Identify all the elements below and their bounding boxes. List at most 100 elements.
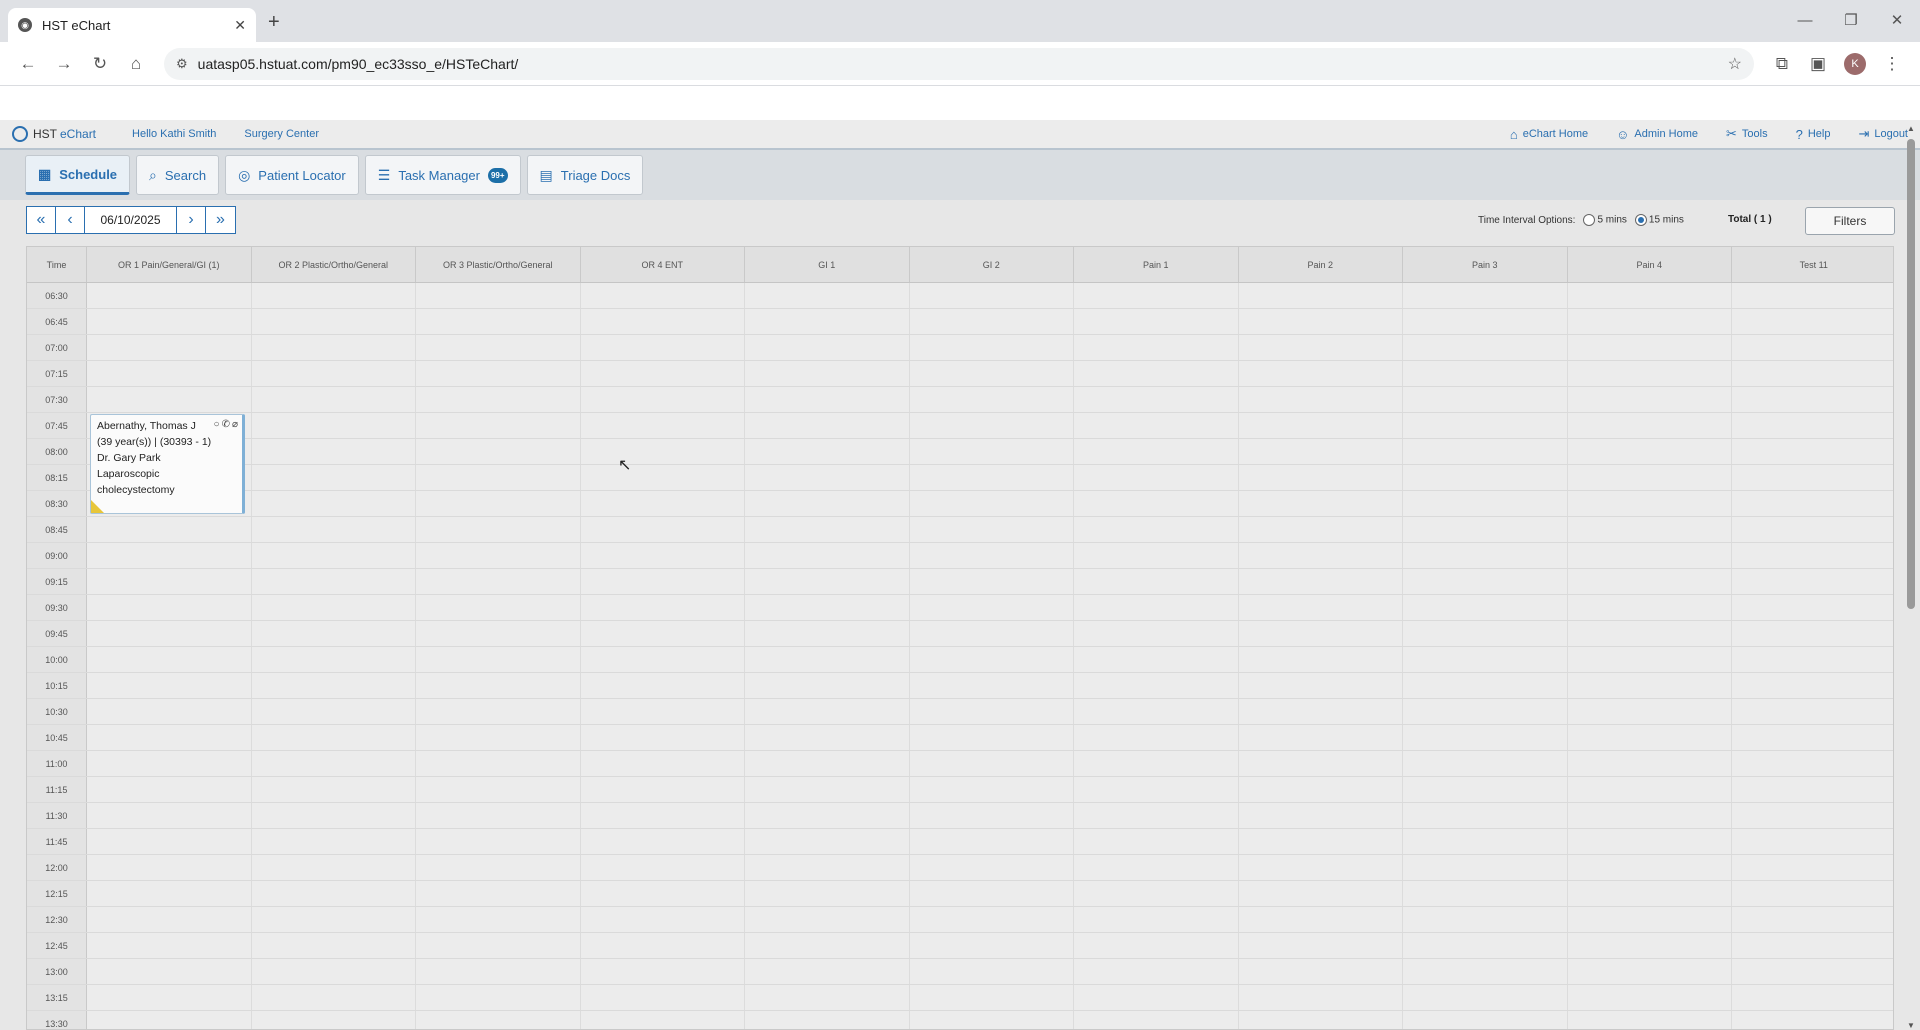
schedule-slot[interactable] <box>581 543 745 568</box>
schedule-slot[interactable] <box>581 699 745 724</box>
schedule-slot[interactable] <box>910 699 1074 724</box>
schedule-slot[interactable] <box>1732 543 1893 568</box>
schedule-slot[interactable] <box>745 699 910 724</box>
schedule-slot[interactable] <box>252 933 416 958</box>
schedule-slot[interactable] <box>1074 361 1239 386</box>
tab-triage-docs[interactable]: ▤ Triage Docs <box>526 155 644 195</box>
schedule-slot[interactable] <box>745 777 910 802</box>
tab-patient-locator[interactable]: ◎ Patient Locator <box>225 155 359 195</box>
room-header[interactable]: OR 4 ENT <box>581 247 745 282</box>
room-header[interactable]: Pain 3 <box>1403 247 1568 282</box>
schedule-slot[interactable] <box>1732 387 1893 412</box>
filters-button[interactable]: Filters <box>1805 207 1895 235</box>
schedule-slot[interactable] <box>252 751 416 776</box>
schedule-slot[interactable] <box>745 751 910 776</box>
schedule-slot[interactable] <box>252 309 416 334</box>
schedule-slot[interactable] <box>745 959 910 984</box>
schedule-slot[interactable] <box>1239 543 1403 568</box>
schedule-slot[interactable] <box>1403 387 1568 412</box>
schedule-slot[interactable] <box>1403 413 1568 438</box>
schedule-slot[interactable] <box>252 283 416 308</box>
schedule-slot[interactable] <box>910 907 1074 932</box>
schedule-slot[interactable] <box>581 751 745 776</box>
schedule-slot[interactable] <box>1568 725 1732 750</box>
room-header[interactable]: Test 11 <box>1732 247 1893 282</box>
schedule-slot[interactable] <box>416 881 581 906</box>
new-tab-icon[interactable]: + <box>268 11 280 34</box>
schedule-slot[interactable] <box>1403 751 1568 776</box>
schedule-slot[interactable] <box>745 309 910 334</box>
schedule-slot[interactable] <box>87 283 252 308</box>
schedule-slot[interactable] <box>1403 647 1568 672</box>
schedule-slot[interactable] <box>1239 595 1403 620</box>
schedule-slot[interactable] <box>252 699 416 724</box>
schedule-slot[interactable] <box>910 855 1074 880</box>
schedule-slot[interactable] <box>581 855 745 880</box>
schedule-slot[interactable] <box>252 803 416 828</box>
schedule-slot[interactable] <box>1732 335 1893 360</box>
schedule-slot[interactable] <box>416 673 581 698</box>
schedule-slot[interactable] <box>581 283 745 308</box>
url-bar[interactable]: ⚙ uatasp05.hstuat.com/pm90_ec33sso_e/HST… <box>164 47 1754 80</box>
schedule-slot[interactable] <box>581 439 745 464</box>
schedule-slot[interactable] <box>1074 673 1239 698</box>
schedule-slot[interactable] <box>1568 647 1732 672</box>
schedule-slot[interactable] <box>1568 959 1732 984</box>
schedule-slot[interactable] <box>1732 907 1893 932</box>
schedule-slot[interactable] <box>416 543 581 568</box>
schedule-slot[interactable] <box>252 465 416 490</box>
hst-echart-logo[interactable]: HST eChart <box>12 126 96 142</box>
schedule-slot[interactable] <box>581 933 745 958</box>
schedule-slot[interactable] <box>1732 647 1893 672</box>
last-page-icon[interactable]: » <box>206 207 235 233</box>
schedule-slot[interactable] <box>1074 543 1239 568</box>
schedule-slot[interactable] <box>1403 855 1568 880</box>
schedule-slot[interactable] <box>252 543 416 568</box>
schedule-slot[interactable] <box>252 673 416 698</box>
back-icon[interactable]: ← <box>10 54 46 74</box>
room-header[interactable]: Pain 1 <box>1074 247 1239 282</box>
schedule-slot[interactable] <box>1074 959 1239 984</box>
schedule-slot[interactable] <box>910 387 1074 412</box>
schedule-slot[interactable] <box>252 829 416 854</box>
schedule-slot[interactable] <box>745 439 910 464</box>
schedule-slot[interactable] <box>252 569 416 594</box>
schedule-slot[interactable] <box>745 517 910 542</box>
schedule-slot[interactable] <box>745 621 910 646</box>
schedule-slot[interactable] <box>1403 491 1568 516</box>
schedule-slot[interactable] <box>910 985 1074 1010</box>
schedule-slot[interactable] <box>416 595 581 620</box>
side-panel-icon[interactable]: ▣ <box>1800 54 1836 74</box>
schedule-slot[interactable] <box>1074 309 1239 334</box>
schedule-slot[interactable] <box>745 881 910 906</box>
schedule-slot[interactable] <box>87 777 252 802</box>
schedule-slot[interactable] <box>745 361 910 386</box>
schedule-slot[interactable] <box>1403 881 1568 906</box>
schedule-slot[interactable] <box>252 517 416 542</box>
schedule-slot[interactable] <box>1732 621 1893 646</box>
room-header[interactable]: OR 3 Plastic/Ortho/General <box>416 247 581 282</box>
schedule-slot[interactable] <box>1074 933 1239 958</box>
schedule-slot[interactable] <box>1074 803 1239 828</box>
bookmark-star-icon[interactable]: ☆ <box>1728 54 1742 74</box>
schedule-slot[interactable] <box>910 543 1074 568</box>
profile-avatar[interactable]: K <box>1844 52 1866 75</box>
schedule-slot[interactable] <box>87 907 252 932</box>
browser-tab[interactable]: ◉ HST eChart ✕ <box>8 8 256 42</box>
schedule-slot[interactable] <box>581 387 745 412</box>
schedule-slot[interactable] <box>745 855 910 880</box>
schedule-slot[interactable] <box>1568 595 1732 620</box>
schedule-slot[interactable] <box>416 699 581 724</box>
phone-icon[interactable]: ✆ <box>222 417 230 433</box>
schedule-slot[interactable] <box>1732 777 1893 802</box>
schedule-slot[interactable] <box>87 621 252 646</box>
schedule-slot[interactable] <box>87 569 252 594</box>
schedule-slot[interactable] <box>87 725 252 750</box>
schedule-slot[interactable] <box>1568 543 1732 568</box>
schedule-slot[interactable] <box>910 647 1074 672</box>
schedule-slot[interactable] <box>1239 725 1403 750</box>
schedule-slot[interactable] <box>1568 803 1732 828</box>
schedule-slot[interactable] <box>87 829 252 854</box>
schedule-slot[interactable] <box>581 413 745 438</box>
schedule-slot[interactable] <box>910 335 1074 360</box>
